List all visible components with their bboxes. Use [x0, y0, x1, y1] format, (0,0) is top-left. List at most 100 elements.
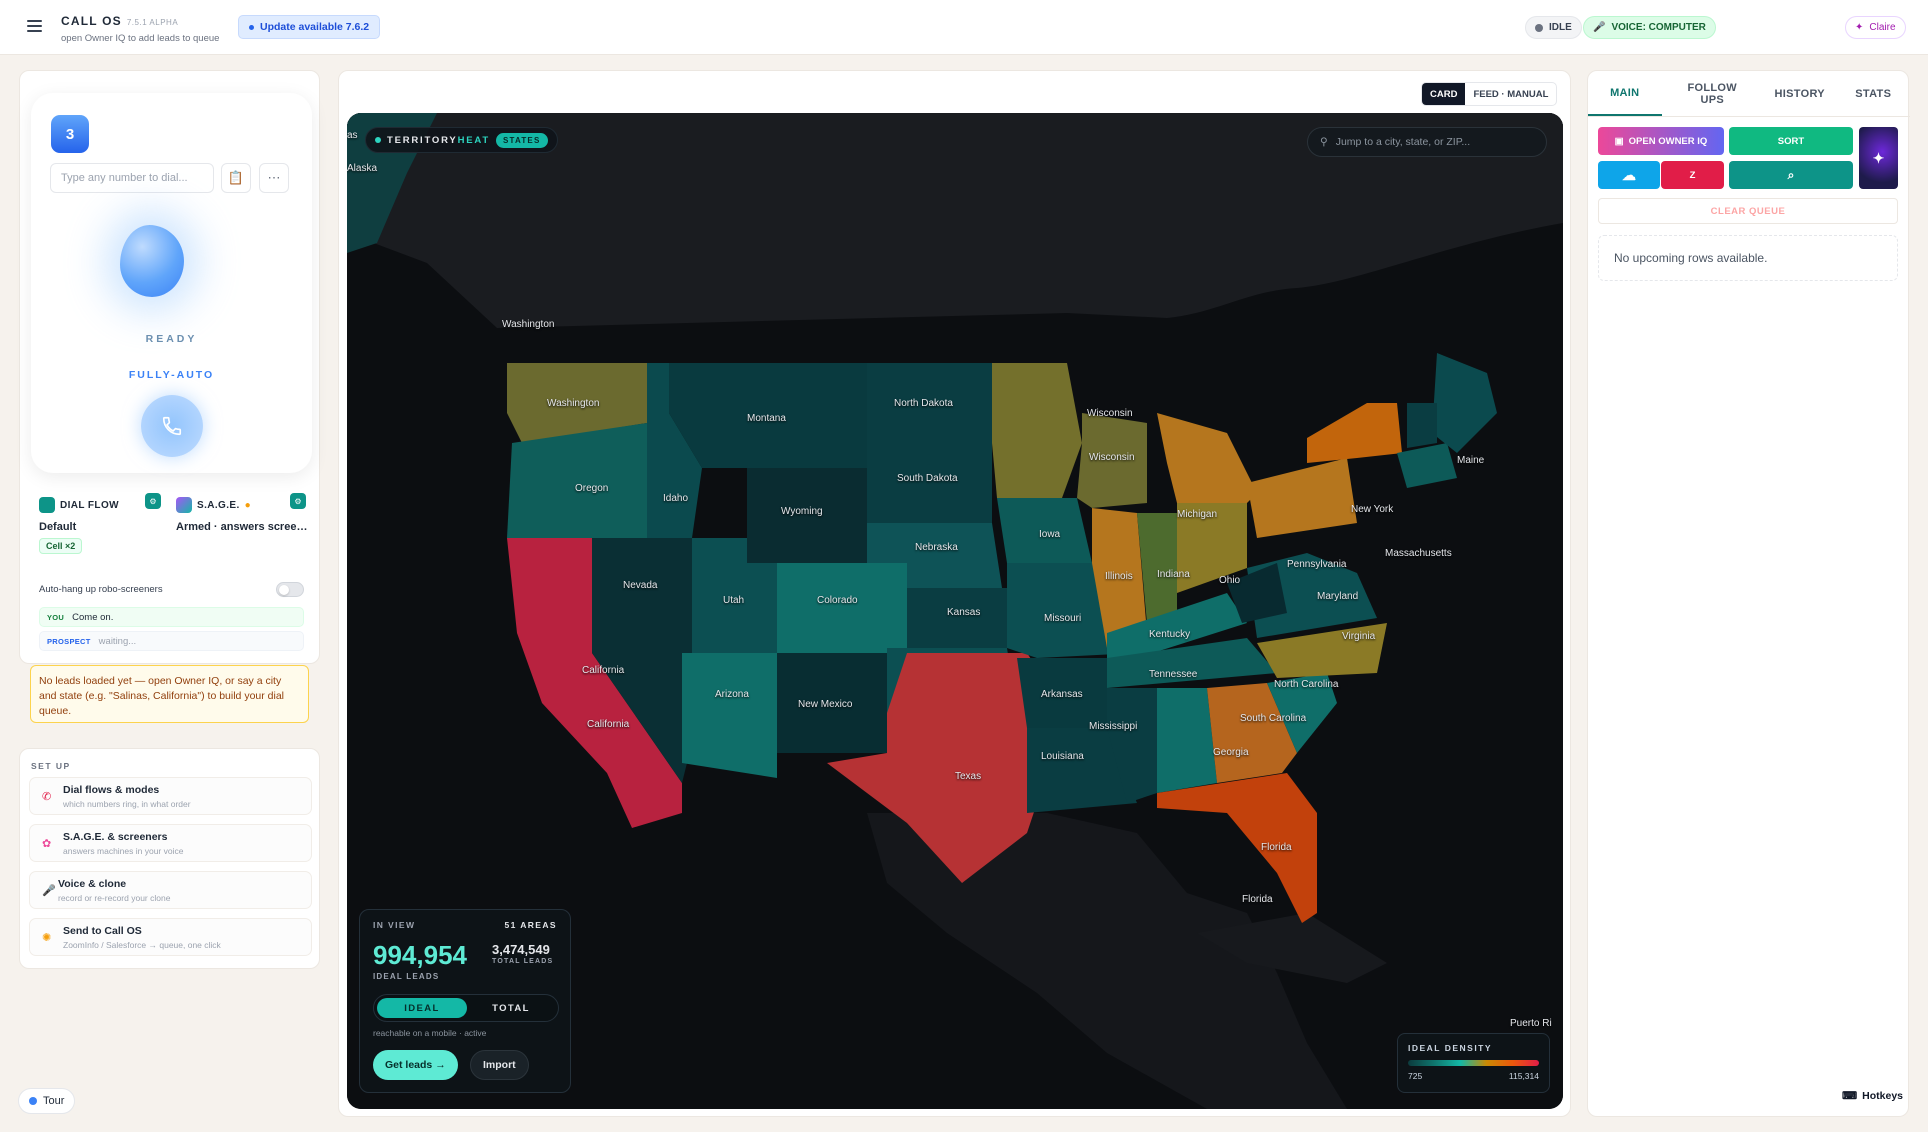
- view-feed-button[interactable]: FEED · MANUAL: [1465, 83, 1556, 105]
- map-label: Washington: [502, 319, 555, 330]
- map-label: Utah: [723, 595, 745, 606]
- sparkle-icon[interactable]: ✦: [1859, 127, 1898, 189]
- queue-count-badge[interactable]: 3: [51, 115, 89, 153]
- get-leads-button[interactable]: Get leads →: [373, 1050, 458, 1080]
- map-label: Idaho: [663, 493, 689, 504]
- lookup-icon[interactable]: ⌕: [1729, 161, 1853, 189]
- map-label: Wisconsin: [1087, 408, 1133, 419]
- map-label: Washington: [547, 398, 600, 409]
- toggle-ideal[interactable]: IDEAL: [377, 998, 467, 1018]
- empty-queue-message: No upcoming rows available.: [1598, 235, 1898, 281]
- map-label: Nebraska: [915, 542, 958, 553]
- zoominfo-icon[interactable]: Z: [1661, 161, 1724, 189]
- clear-queue-button[interactable]: CLEAR QUEUE: [1598, 198, 1898, 224]
- call-button[interactable]: [141, 395, 203, 457]
- view-toggle[interactable]: CARD FEED · MANUAL: [1421, 82, 1558, 106]
- map-label: Arkansas: [1041, 689, 1083, 700]
- user-pill[interactable]: ✦ Claire: [1845, 16, 1906, 39]
- you-text: Come on.: [72, 611, 114, 623]
- ideal-total-toggle[interactable]: IDEAL TOTAL: [373, 994, 559, 1022]
- state-vermont[interactable]: [1407, 403, 1437, 448]
- hangup-toggle[interactable]: [276, 582, 304, 597]
- setup-item-voice[interactable]: 🎤 Voice & clone record or re-record your c…: [29, 871, 312, 909]
- map-label: Virginia: [1342, 631, 1376, 642]
- map-label: North Dakota: [894, 398, 953, 409]
- keypad-icon[interactable]: ⋯: [259, 163, 289, 193]
- tab-follow-ups[interactable]: FOLLOW UPS: [1662, 71, 1764, 116]
- tour-button[interactable]: Tour: [18, 1088, 76, 1114]
- setup-panel: SET UP ✆ Dial flows & modes which numbers …: [19, 748, 320, 969]
- map-label: Iowa: [1039, 529, 1061, 540]
- map-label: as: [347, 130, 358, 141]
- dial-number-input[interactable]: Type any number to dial...: [50, 163, 214, 193]
- tab-history[interactable]: HISTORY: [1763, 71, 1837, 116]
- setup-item-sub: answers machines in your voice: [63, 846, 184, 856]
- state-colorado[interactable]: [777, 563, 907, 653]
- in-view-panel: IN VIEW 51 AREAS 994,954 IDEAL LEADS 3,47…: [359, 909, 571, 1093]
- setup-item-dial-flows[interactable]: ✆ Dial flows & modes which numbers ring, i…: [29, 777, 312, 815]
- setup-item-sage[interactable]: ✿ S.A.G.E. & screeners answers machines in…: [29, 824, 312, 862]
- phone-icon: [39, 497, 55, 513]
- hotkeys-button[interactable]: ⌨ Hotkeys: [1842, 1090, 1903, 1102]
- badge-heat: HEAT: [457, 134, 490, 146]
- map-label: Maryland: [1317, 591, 1359, 602]
- sliders-icon[interactable]: ⚙: [145, 493, 161, 509]
- hotkeys-label: Hotkeys: [1862, 1090, 1904, 1102]
- map-label: Nevada: [623, 580, 658, 591]
- map-label: North Carolina: [1274, 679, 1339, 690]
- search-icon: ⚲: [1320, 136, 1328, 148]
- setup-item-sub: which numbers ring, in what order: [63, 799, 191, 809]
- app-name: CALL OS: [61, 14, 122, 28]
- reachability-hint: reachable on a mobile · active: [373, 1028, 487, 1038]
- sage-value: Armed · answers screeners: [176, 521, 312, 533]
- voice-pill[interactable]: 🎤 VOICE: COMPUTER: [1583, 16, 1716, 39]
- legend-max: 115,314: [1508, 1071, 1539, 1081]
- update-badge[interactable]: Update available 7.6.2: [238, 15, 381, 39]
- keyboard-icon: ⌨: [1842, 1090, 1858, 1102]
- map-label: Florida: [1242, 894, 1273, 905]
- owner-iq-icon: ▣: [1614, 135, 1624, 147]
- map-label: Michigan: [1177, 509, 1218, 520]
- legend-title: IDEAL DENSITY: [1408, 1043, 1493, 1053]
- clipboard-icon[interactable]: 📋: [221, 163, 251, 193]
- sort-button[interactable]: SORT: [1729, 127, 1853, 155]
- state-minnesota[interactable]: [992, 363, 1082, 498]
- state-kansas[interactable]: [907, 588, 1007, 648]
- status-dot-icon: [1535, 23, 1543, 32]
- map-label: Arizona: [715, 689, 749, 700]
- sliders-icon[interactable]: ⚙: [290, 493, 306, 509]
- view-card-button[interactable]: CARD: [1422, 83, 1466, 105]
- map-label: Alaska: [347, 163, 378, 174]
- tab-stats[interactable]: STATS: [1837, 71, 1911, 116]
- map-label: Texas: [955, 771, 982, 782]
- map-label: Mississippi: [1089, 721, 1138, 732]
- menu-icon[interactable]: [27, 20, 42, 32]
- import-button[interactable]: Import: [470, 1050, 529, 1080]
- states-pill[interactable]: STATES: [495, 132, 548, 148]
- ideal-leads-label: IDEAL LEADS: [373, 972, 440, 981]
- top-bar: CALL OS 7.5.1 ALPHA open Owner IQ to add …: [0, 0, 1928, 55]
- open-owner-iq-button[interactable]: ▣ OPEN OWNER IQ: [1598, 127, 1724, 155]
- territory-heat-badge[interactable]: TERRITORY HEAT STATES: [365, 127, 558, 153]
- setup-item-title: Voice & clone: [58, 878, 127, 890]
- setup-item-sub: ZoomInfo / Salesforce → queue, one click: [63, 940, 221, 950]
- territory-map[interactable]: as Alaska Washington Washington Montana …: [347, 113, 1563, 1109]
- status-pill[interactable]: IDLE: [1525, 16, 1582, 39]
- setup-item-send[interactable]: ✺ Send to Call OS ZoomInfo / Salesforce → …: [29, 918, 312, 956]
- tab-main[interactable]: MAIN: [1588, 71, 1662, 116]
- map-search-input[interactable]: ⚲ Jump to a city, state, or ZIP...: [1307, 127, 1547, 157]
- dial-flow-column[interactable]: DIAL FLOW Default Cell ×2 ⚙: [39, 493, 175, 571]
- voice-label: VOICE: COMPUTER: [1611, 22, 1706, 33]
- toggle-total[interactable]: TOTAL: [466, 998, 556, 1018]
- total-leads-label: TOTAL LEADS: [492, 958, 554, 965]
- salesforce-icon[interactable]: ☁: [1598, 161, 1660, 189]
- legend-min: 725: [1408, 1071, 1423, 1081]
- state-alabama[interactable]: [1157, 688, 1217, 793]
- sage-column[interactable]: S.A.G.E. ● Armed · answers screeners ⚙: [176, 493, 312, 571]
- tour-dot-icon: [29, 1097, 37, 1105]
- state-arizona[interactable]: [682, 653, 777, 778]
- map-label: Massachusetts: [1385, 548, 1452, 559]
- queue-tabs: MAIN FOLLOW UPS HISTORY STATS: [1588, 71, 1910, 117]
- status-label: IDLE: [1549, 22, 1572, 33]
- dialer-mode[interactable]: FULLY-AUTO: [31, 369, 312, 381]
